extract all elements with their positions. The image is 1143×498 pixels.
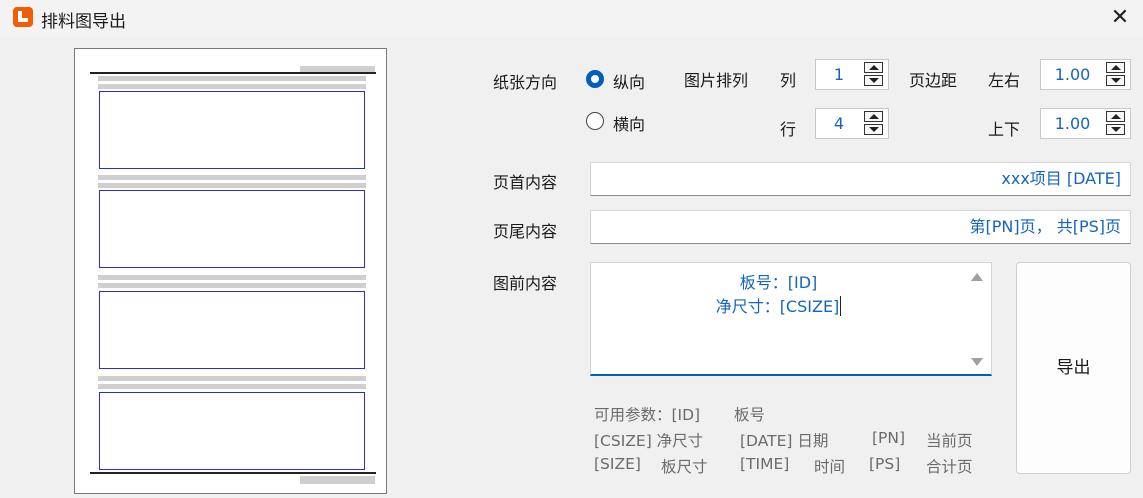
text-caret — [840, 296, 842, 316]
preview-text-bar — [98, 275, 366, 280]
footer-label: 页尾内容 — [493, 222, 558, 241]
page-preview — [74, 48, 387, 494]
close-button[interactable]: ✕ — [1097, 0, 1143, 36]
preview-footer-tab — [300, 476, 375, 484]
columns-value[interactable]: 1 — [816, 60, 862, 89]
margin-tb-down-icon[interactable] — [1106, 124, 1125, 135]
margin-lr-down-icon[interactable] — [1106, 75, 1125, 86]
preview-image-box — [99, 291, 365, 369]
app-logo-icon — [13, 7, 33, 27]
preview-text-bar — [98, 183, 366, 188]
columns-label: 列 — [780, 71, 797, 90]
footer-input-value[interactable]: 第[PN]页， 共[PS]页 — [970, 211, 1121, 243]
before-image-textarea[interactable]: 板号：[ID] 净尺寸：[CSIZE] — [590, 262, 992, 376]
before-image-line-1[interactable]: 板号：[ID] — [591, 269, 966, 293]
help-param-ps-desc: 合计页 — [926, 458, 973, 476]
preview-image-box — [99, 190, 365, 268]
header-input[interactable]: xxx项目 [DATE] — [590, 162, 1131, 196]
margins-label: 页边距 — [909, 71, 958, 90]
rows-up-icon[interactable] — [864, 111, 883, 122]
margin-tb-value[interactable]: 1.00 — [1041, 109, 1104, 138]
margin-lr-up-icon[interactable] — [1106, 62, 1125, 73]
window-title: 排料图导出 — [41, 12, 126, 32]
help-param-ps: [PS] — [869, 455, 901, 473]
preview-footer-line — [90, 472, 376, 474]
header-label: 页首内容 — [493, 173, 558, 192]
help-param-id: 可用参数：[ID] — [594, 406, 701, 424]
preview-text-bar — [98, 76, 366, 81]
rows-stepper[interactable]: 4 — [815, 108, 889, 139]
help-param-pn-desc: 当前页 — [926, 432, 973, 450]
layout-label: 图片排列 — [684, 71, 749, 90]
preview-text-bar — [98, 384, 366, 389]
preview-image-box — [99, 392, 365, 470]
margin-lr-value[interactable]: 1.00 — [1041, 60, 1104, 89]
preview-text-bar — [98, 175, 366, 180]
rows-value[interactable]: 4 — [816, 109, 862, 138]
columns-down-icon[interactable] — [864, 75, 883, 86]
preview-text-bar — [98, 376, 366, 381]
help-param-pn: [PN] — [872, 429, 906, 447]
margin-lr-label: 左右 — [988, 71, 1021, 90]
scroll-down-icon[interactable] — [971, 358, 983, 366]
header-input-value[interactable]: xxx项目 [DATE] — [1001, 163, 1121, 195]
rows-label: 行 — [780, 120, 797, 139]
title-bar: 排料图导出 ✕ — [0, 0, 1143, 38]
rows-down-icon[interactable] — [864, 124, 883, 135]
preview-image-box — [99, 91, 365, 169]
before-image-label: 图前内容 — [493, 274, 558, 293]
help-param-size-desc: 板尺寸 — [661, 458, 708, 476]
preview-header-line — [90, 72, 376, 74]
radio-landscape[interactable] — [586, 112, 604, 130]
help-param-date: [DATE] 日期 — [740, 432, 829, 450]
footer-input[interactable]: 第[PN]页， 共[PS]页 — [590, 210, 1131, 244]
preview-text-bar — [98, 84, 366, 89]
help-param-id-desc: 板号 — [734, 406, 766, 424]
margin-tb-label: 上下 — [988, 120, 1021, 139]
orientation-label: 纸张方向 — [493, 73, 558, 92]
radio-portrait[interactable] — [586, 70, 604, 88]
columns-up-icon[interactable] — [864, 62, 883, 73]
scroll-up-icon[interactable] — [971, 273, 983, 281]
help-param-time-desc: 时间 — [814, 458, 846, 476]
before-image-line-2[interactable]: 净尺寸：[CSIZE] — [591, 293, 966, 317]
help-param-size: [SIZE] — [594, 455, 641, 473]
margin-tb-up-icon[interactable] — [1106, 111, 1125, 122]
radio-landscape-label[interactable]: 横向 — [613, 111, 645, 135]
margin-lr-stepper[interactable]: 1.00 — [1040, 59, 1131, 90]
export-button[interactable]: 导出 — [1016, 262, 1131, 474]
radio-portrait-label[interactable]: 纵向 — [613, 69, 645, 93]
columns-stepper[interactable]: 1 — [815, 59, 889, 90]
margin-tb-stepper[interactable]: 1.00 — [1040, 108, 1131, 139]
help-param-csize: [CSIZE] 净尺寸 — [594, 432, 704, 450]
help-param-time: [TIME] — [740, 455, 790, 473]
preview-text-bar — [98, 283, 366, 288]
